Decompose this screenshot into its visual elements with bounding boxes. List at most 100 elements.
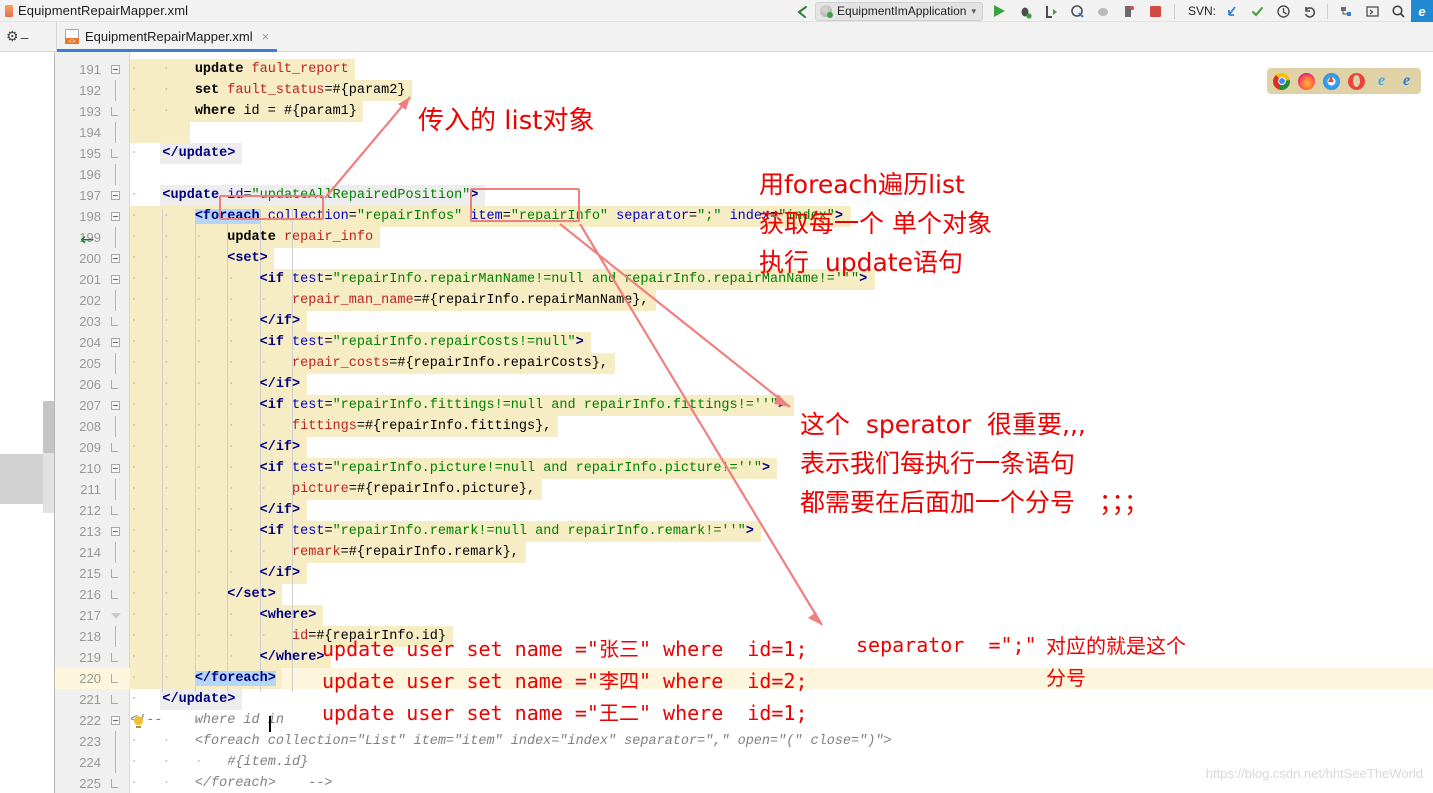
run-configuration-selector[interactable]: EquipmentImApplication ▾	[815, 2, 983, 21]
code-line[interactable]: · · · · · remark=#{repairInfo.remark},	[130, 542, 519, 563]
fold-end-marker[interactable]	[110, 437, 121, 458]
fold-end-marker[interactable]	[110, 689, 121, 710]
code-line[interactable]: · · · <set>	[130, 248, 268, 269]
fold-end-marker[interactable]	[110, 374, 121, 395]
fold-end-marker[interactable]	[110, 101, 121, 122]
fold-end-marker[interactable]	[110, 647, 121, 668]
fold-end-marker[interactable]	[110, 563, 121, 584]
fold-end-marker[interactable]	[110, 311, 121, 332]
code-line[interactable]: · </update>	[130, 143, 235, 164]
code-line[interactable]: · · · · · repair_costs=#{repairInfo.repa…	[130, 353, 608, 374]
line-number: 215	[55, 563, 101, 584]
text-caret	[269, 716, 271, 732]
code-line[interactable]: · · · · <where>	[130, 605, 316, 626]
annotation-foreach-2: 获取每一个 单个对象	[759, 204, 992, 240]
fold-toggle[interactable]	[110, 59, 121, 80]
fold-toggle[interactable]	[110, 458, 121, 479]
fold-toggle[interactable]	[110, 269, 121, 290]
code-line[interactable]: · · · · · picture=#{repairInfo.picture},	[130, 479, 535, 500]
run-coverage-icon[interactable]	[1039, 0, 1065, 22]
line-number: 203	[55, 311, 101, 332]
attach-icon[interactable]	[1091, 0, 1117, 22]
line-number: 214	[55, 542, 101, 563]
fold-end-marker[interactable]	[110, 584, 121, 605]
firefox-icon[interactable]	[1298, 73, 1315, 90]
tab-equipment-repair-mapper[interactable]: EquipmentRepairMapper.xml ×	[57, 22, 277, 52]
line-number: 198	[55, 206, 101, 227]
code-line[interactable]: · · · · <if test="repairInfo.repairManNa…	[130, 269, 867, 290]
fold-toggle[interactable]	[110, 206, 121, 227]
build-icon[interactable]	[1117, 0, 1143, 22]
terminal-icon[interactable]	[1359, 0, 1385, 22]
code-line[interactable]: · · · · <if test="repairInfo.fittings!=n…	[130, 395, 786, 416]
code-line[interactable]: · · </foreach>	[130, 668, 276, 689]
code-line[interactable]: · · · · </if>	[130, 563, 300, 584]
search-icon[interactable]	[1385, 0, 1411, 22]
code-line[interactable]: · · · · <if test="repairInfo.remark!=nul…	[130, 521, 754, 542]
fold-end-marker[interactable]	[110, 500, 121, 521]
intention-bulb-icon[interactable]	[131, 713, 145, 734]
code-line[interactable]: · · </foreach> -->	[130, 773, 333, 793]
code-line[interactable]: · </update>	[130, 689, 235, 710]
app-icon	[5, 5, 13, 17]
code-line[interactable]: · · · update repair_info	[130, 227, 373, 248]
code-line[interactable]: · · · </set>	[130, 584, 276, 605]
code-line[interactable]: · · where id = #{param1}	[130, 101, 357, 122]
run-icon[interactable]	[987, 0, 1013, 22]
code-line[interactable]: · · · · · fittings=#{repairInfo.fittings…	[130, 416, 551, 437]
fold-end-marker[interactable]	[110, 668, 121, 689]
code-line[interactable]: · · · · </if>	[130, 374, 300, 395]
internet-explorer-icon[interactable]: e	[1373, 73, 1390, 90]
code-line[interactable]: · · · #{item.id}	[130, 752, 308, 773]
code-line[interactable]: · <update id="updateAllRepairedPosition"…	[130, 185, 478, 206]
code-line[interactable]: · · set fault_status=#{param2}	[130, 80, 405, 101]
left-panel-band	[0, 454, 43, 504]
revert-icon[interactable]	[1296, 0, 1322, 22]
safari-icon[interactable]	[1323, 73, 1340, 90]
code-line[interactable]: · · · · · repair_man_name=#{repairInfo.r…	[130, 290, 649, 311]
edge-browser-icon[interactable]: e	[1398, 73, 1415, 90]
debug-icon[interactable]	[1013, 0, 1039, 22]
profile-icon[interactable]	[1065, 0, 1091, 22]
code-line[interactable]: · · <foreach collection="List" item="ite…	[130, 731, 892, 752]
fold-toggle[interactable]	[110, 185, 121, 206]
line-number: 207	[55, 395, 101, 416]
code-line[interactable]: · · update fault_report	[130, 59, 349, 80]
code-line[interactable]: · · · · <if test="repairInfo.repairCosts…	[130, 332, 584, 353]
opera-icon[interactable]	[1348, 73, 1365, 90]
gutter-back-arrow-icon[interactable]: ←	[80, 230, 94, 251]
line-number: 210	[55, 458, 101, 479]
stop-icon[interactable]	[1143, 0, 1169, 22]
code-line[interactable]: · · · · </where>	[130, 647, 324, 668]
edge-icon[interactable]: e	[1411, 0, 1433, 22]
code-line[interactable]: · · · · </if>	[130, 437, 300, 458]
tab-label: EquipmentRepairMapper.xml	[85, 29, 253, 44]
fold-end-marker[interactable]	[110, 143, 121, 164]
svn-label: SVN:	[1188, 4, 1216, 18]
structure-icon[interactable]	[1333, 0, 1359, 22]
fold-toggle[interactable]	[110, 332, 121, 353]
xml-file-icon	[65, 29, 79, 44]
fold-end-marker[interactable]	[110, 773, 121, 793]
fold-toggle[interactable]	[110, 521, 121, 542]
minimize-icon[interactable]: –	[21, 29, 29, 45]
code-line[interactable]: <!-- where id in	[130, 710, 284, 731]
run-config-label: EquipmentImApplication	[837, 4, 966, 18]
code-line[interactable]: · · · · </if>	[130, 500, 300, 521]
fold-toggle[interactable]	[110, 248, 121, 269]
back-arrow-icon[interactable]	[789, 0, 815, 22]
chrome-icon[interactable]	[1273, 73, 1290, 90]
history-icon[interactable]	[1270, 0, 1296, 22]
close-icon[interactable]: ×	[262, 29, 270, 44]
fold-toggle[interactable]	[110, 395, 121, 416]
line-number: 219	[55, 647, 101, 668]
gear-icon[interactable]: ⚙	[6, 28, 19, 45]
fold-collapsed-marker[interactable]	[110, 605, 121, 626]
code-line[interactable]: · · <foreach collection="repairInfos" it…	[130, 206, 843, 227]
fold-toggle[interactable]	[110, 710, 121, 731]
svn-commit-icon[interactable]	[1244, 0, 1270, 22]
code-line[interactable]: · · · · <if test="repairInfo.picture!=nu…	[130, 458, 770, 479]
svn-update-icon[interactable]	[1218, 0, 1244, 22]
code-line[interactable]: · · · · </if>	[130, 311, 300, 332]
line-number: 202	[55, 290, 101, 311]
